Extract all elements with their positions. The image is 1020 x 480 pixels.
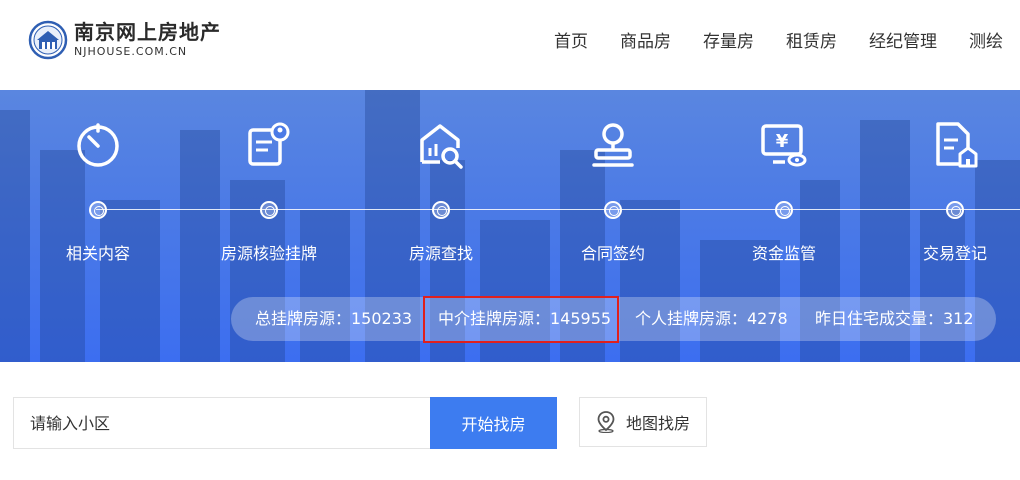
- step-house-search[interactable]: 房源查找: [381, 90, 501, 290]
- nav-home[interactable]: 首页: [554, 30, 588, 54]
- step-label: 资金监管: [751, 244, 816, 263]
- step-label: 合同签约: [580, 244, 645, 263]
- logo-emblem-icon: [28, 20, 68, 60]
- header: 南京网上房地产 NJHOUSE.COM.CN 首页 商品房 存量房 租赁房 经纪…: [0, 0, 1020, 90]
- step-dot: [775, 201, 793, 219]
- highlight-box: [423, 296, 619, 343]
- step-dot: [604, 201, 622, 219]
- nav-resale-homes[interactable]: 存量房: [703, 30, 754, 54]
- step-label: 房源核验挂牌: [220, 244, 317, 263]
- timer-icon: [77, 123, 119, 167]
- nav-new-homes[interactable]: 商品房: [620, 30, 671, 54]
- nav-surveying[interactable]: 测绘: [969, 30, 1003, 54]
- stat-personal-listings: 个人挂牌房源：4278: [635, 309, 788, 328]
- step-label: 相关内容: [65, 244, 130, 263]
- step-dot: [946, 201, 964, 219]
- main-nav: 首页 商品房 存量房 租赁房 经纪管理 测绘: [554, 30, 1020, 54]
- registration-doc-icon: [936, 122, 978, 168]
- community-search-input[interactable]: [13, 397, 431, 449]
- step-dot: [432, 201, 450, 219]
- step-fund-monitoring[interactable]: ¥ 资金监管: [724, 90, 844, 290]
- step-label: 交易登记: [922, 244, 987, 263]
- logo-domain: NJHOUSE.COM.CN: [74, 45, 188, 58]
- listing-verify-icon: [248, 122, 290, 166]
- start-search-button[interactable]: 开始找房: [430, 397, 557, 449]
- nav-brokerage[interactable]: 经纪管理: [869, 30, 937, 54]
- logo-title: 南京网上房地产: [74, 20, 221, 44]
- step-listing-verify[interactable]: 房源核验挂牌: [209, 90, 329, 290]
- fund-monitor-icon: ¥: [761, 124, 807, 167]
- map-search-button[interactable]: 地图找房: [579, 397, 707, 447]
- stat-total-listings: 总挂牌房源：150233: [255, 309, 413, 328]
- step-dot: [89, 201, 107, 219]
- step-dot: [260, 201, 278, 219]
- step-related-content[interactable]: 相关内容: [38, 90, 158, 290]
- seal-stamp-icon: [592, 123, 634, 167]
- map-pin-icon: [597, 411, 615, 433]
- step-contract-signing[interactable]: 合同签约: [553, 90, 673, 290]
- svg-text:¥: ¥: [776, 131, 789, 152]
- map-search-label: 地图找房: [625, 414, 690, 433]
- site-logo[interactable]: 南京网上房地产 NJHOUSE.COM.CN: [28, 20, 221, 60]
- step-label: 房源查找: [408, 244, 473, 263]
- step-transaction-registration[interactable]: 交易登记: [895, 90, 1015, 290]
- nav-rentals[interactable]: 租赁房: [786, 30, 837, 54]
- house-search-icon: [420, 124, 463, 169]
- stat-yesterday-deals: 昨日住宅成交量：312: [815, 309, 974, 328]
